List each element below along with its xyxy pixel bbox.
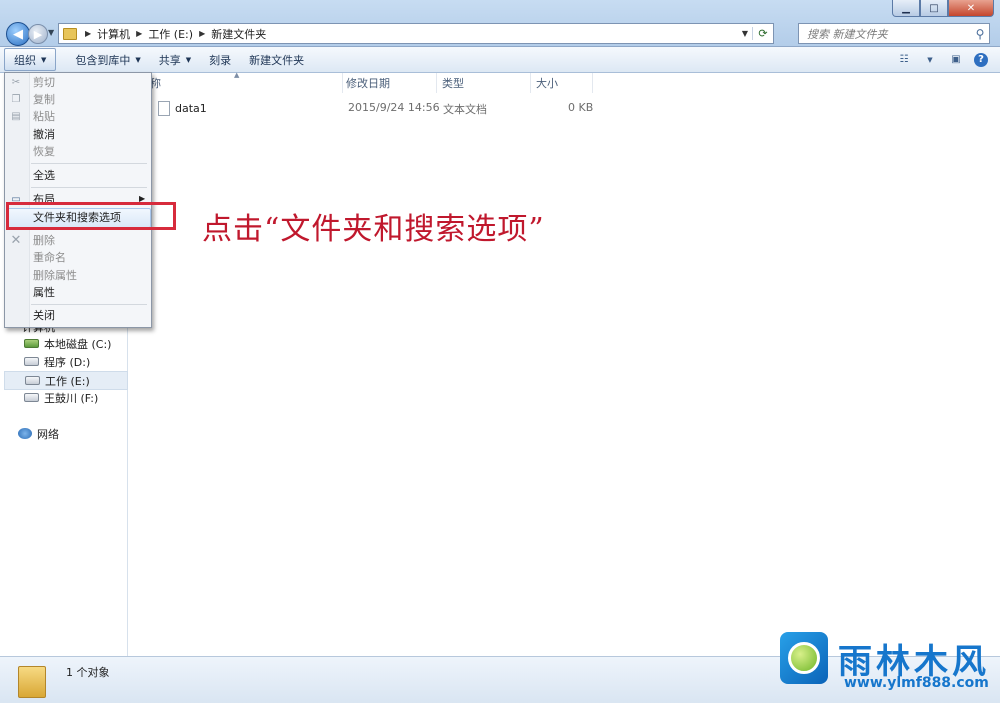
- menu-separator: [31, 304, 147, 305]
- drive-icon: [24, 357, 39, 366]
- chevron-down-icon[interactable]: ▼: [922, 53, 938, 67]
- breadcrumb-new-folder[interactable]: 新建文件夹: [209, 24, 268, 43]
- new-folder-label: 新建文件夹: [249, 53, 305, 67]
- explorer-window: ▁ □ ✕ ◀ ▶ ▼ ▶ 计算机 ▶ 工作 (E:) ▶ 新建文件夹 ▼ ⟳ …: [0, 0, 1000, 703]
- nav-item-label: 本地磁盘 (C:): [44, 337, 112, 351]
- nav-item-label: 工作 (E:): [45, 374, 90, 388]
- menu-item-cut[interactable]: 剪切: [33, 74, 55, 90]
- nav-item-label: 程序 (D:): [44, 355, 91, 369]
- menu-separator: [31, 163, 147, 164]
- system-drive-icon: [24, 339, 39, 348]
- preview-pane-icon[interactable]: ▣: [948, 53, 964, 67]
- chevron-right-icon[interactable]: ▶: [195, 29, 209, 38]
- menu-separator: [31, 187, 147, 188]
- menu-item-copy[interactable]: 复制: [33, 91, 55, 107]
- chevron-right-icon[interactable]: ▶: [132, 29, 146, 38]
- search-input[interactable]: 搜索 新建文件夹: [799, 26, 971, 42]
- command-bar: 组织 ▼ 包含到库中 ▼ 共享 ▼ 刻录 新建文件夹 ☷ ▼ ▣ ?: [0, 47, 1000, 73]
- chevron-down-icon: ▼: [135, 55, 141, 64]
- column-header-size[interactable]: 大小: [536, 73, 593, 93]
- nav-item-drive-e[interactable]: 工作 (E:): [4, 371, 128, 390]
- column-header-label: 修改日期: [346, 77, 390, 90]
- menu-item-paste[interactable]: 粘贴: [33, 108, 55, 124]
- include-in-library-label: 包含到库中: [75, 53, 131, 67]
- chevron-down-icon: ▼: [41, 55, 47, 64]
- column-header-type[interactable]: 类型: [442, 73, 531, 93]
- file-size: 0 KB: [568, 101, 594, 114]
- menu-item-close[interactable]: 关闭: [33, 307, 55, 323]
- maximize-button[interactable]: □: [920, 0, 948, 17]
- column-header-name[interactable]: 称: [150, 73, 343, 93]
- chevron-down-icon: ▼: [185, 55, 192, 64]
- nav-item-label: 网络: [37, 427, 59, 441]
- text-file-icon: [158, 101, 170, 116]
- breadcrumb-computer[interactable]: 计算机: [95, 24, 132, 43]
- copy-icon: ❐: [11, 93, 21, 105]
- breadcrumb-drive-e[interactable]: 工作 (E:): [146, 24, 195, 43]
- column-header-date[interactable]: 修改日期: [346, 73, 437, 93]
- folder-icon: [63, 27, 77, 40]
- close-button[interactable]: ✕: [948, 0, 994, 17]
- menu-item-rename[interactable]: 重命名: [33, 249, 66, 265]
- file-name: data1: [175, 102, 207, 115]
- burn-button[interactable]: 刻录: [200, 49, 240, 70]
- address-bar[interactable]: ▶ 计算机 ▶ 工作 (E:) ▶ 新建文件夹 ▼ ⟳: [58, 23, 774, 44]
- column-header-label: 类型: [442, 77, 464, 90]
- menu-item-redo[interactable]: 恢复: [33, 143, 55, 159]
- menu-item-properties[interactable]: 属性: [33, 284, 55, 300]
- instruction-annotation: 点击“文件夹和搜索选项”: [202, 212, 545, 247]
- caption-buttons: ▁ □ ✕: [892, 0, 994, 18]
- menu-item-delete[interactable]: 删除: [33, 232, 55, 248]
- forward-button[interactable]: ▶: [28, 24, 48, 44]
- organize-button[interactable]: 组织 ▼: [4, 48, 57, 71]
- share-label: 共享: [158, 53, 181, 67]
- menu-item-remove-properties[interactable]: 删除属性: [33, 267, 77, 283]
- paste-icon: ▤: [11, 110, 21, 122]
- arrow-left-icon: ◀: [13, 26, 23, 42]
- burn-label: 刻录: [209, 53, 232, 67]
- folder-icon: [18, 666, 46, 698]
- drive-icon: [24, 393, 39, 402]
- organize-label: 组织: [14, 53, 36, 67]
- file-type: 文本文档: [443, 103, 487, 116]
- nav-item-drive-f[interactable]: 王鼓川 (F:): [24, 389, 98, 406]
- address-history-dropdown[interactable]: ▼: [738, 29, 752, 38]
- arrow-right-icon: ▶: [33, 27, 43, 41]
- file-list[interactable]: ▲ 称 修改日期 类型 大小 data1 2015/9/24 14:56 文本文…: [128, 71, 1000, 656]
- recent-pages-dropdown[interactable]: ▼: [48, 28, 54, 37]
- delete-icon: ✕: [10, 232, 22, 248]
- column-header-label: 大小: [536, 77, 558, 90]
- view-options-icon[interactable]: ☷: [896, 53, 912, 67]
- nav-item-network[interactable]: 网络: [18, 425, 59, 442]
- chevron-right-icon[interactable]: ▶: [81, 29, 95, 38]
- highlight-box: [6, 202, 176, 230]
- search-icon[interactable]: ⚲: [971, 27, 989, 41]
- share-button[interactable]: 共享 ▼: [150, 49, 200, 70]
- file-date: 2015/9/24 14:56: [348, 101, 440, 114]
- scissors-icon: ✂: [11, 76, 21, 88]
- item-count: 1 个对象: [66, 666, 110, 679]
- title-address-bar: ▁ □ ✕ ◀ ▶ ▼ ▶ 计算机 ▶ 工作 (E:) ▶ 新建文件夹 ▼ ⟳ …: [0, 0, 1000, 47]
- back-button[interactable]: ◀: [6, 22, 30, 46]
- watermark-url: www.ylmf888.com: [844, 675, 989, 691]
- new-folder-button[interactable]: 新建文件夹: [240, 49, 313, 70]
- menu-item-select-all[interactable]: 全选: [33, 167, 55, 183]
- nav-item-drive-d[interactable]: 程序 (D:): [24, 353, 90, 370]
- network-icon: [18, 428, 32, 439]
- menu-item-undo[interactable]: 撤消: [33, 126, 55, 142]
- minimize-button[interactable]: ▁: [892, 0, 920, 17]
- nav-item-drive-c[interactable]: 本地磁盘 (C:): [24, 335, 111, 352]
- help-icon[interactable]: ?: [974, 52, 988, 67]
- ylmf-logo-icon: [780, 632, 828, 684]
- search-box[interactable]: 搜索 新建文件夹 ⚲: [798, 23, 990, 44]
- table-row[interactable]: data1: [158, 101, 207, 116]
- organize-menu: ✂ 剪切 ❐ 复制 ▤ 粘贴 撤消 恢复 全选 ▭ 布局 ▶ 文件夹和搜索选项 …: [4, 72, 152, 328]
- refresh-icon[interactable]: ⟳: [752, 27, 773, 40]
- watermark: 雨林木风 www.ylmf888.com: [780, 632, 1000, 703]
- include-in-library-button[interactable]: 包含到库中 ▼: [66, 49, 149, 70]
- nav-item-label: 王鼓川 (F:): [44, 391, 99, 405]
- drive-icon: [25, 376, 40, 385]
